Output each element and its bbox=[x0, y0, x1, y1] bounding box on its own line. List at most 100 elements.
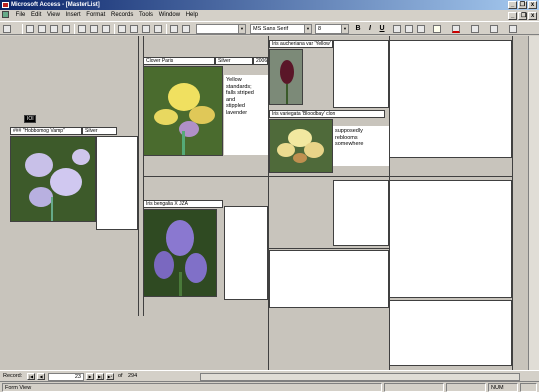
empty-record-area[interactable] bbox=[269, 250, 389, 308]
variety-name-field[interactable]: Iris variegata 'Bloodbay' clon bbox=[269, 110, 385, 118]
align-right-icon[interactable] bbox=[417, 25, 425, 33]
menu-help[interactable]: Help bbox=[184, 10, 200, 21]
record-navigation-bar: Record: |◀ ◀ 23 ▶ ▶| ▶* of 294 bbox=[0, 370, 539, 381]
doc-close-button[interactable]: x bbox=[528, 12, 537, 20]
empty-record-area[interactable] bbox=[389, 40, 512, 158]
num-lock-indicator: NUM bbox=[488, 383, 518, 392]
iris-photo-image bbox=[144, 67, 222, 155]
new-record-icon[interactable] bbox=[182, 25, 190, 33]
toolbar-separator bbox=[114, 24, 115, 34]
color-field[interactable]: Silver bbox=[215, 57, 253, 65]
variety-name-field[interactable]: Iris bengalia X JZA bbox=[143, 200, 223, 208]
record-number-input[interactable]: 23 bbox=[48, 373, 84, 381]
dropdown-arrow-icon: ▼ bbox=[238, 25, 245, 33]
doc-restore-button[interactable]: ❐ bbox=[518, 12, 527, 20]
menu-insert[interactable]: Insert bbox=[64, 10, 83, 21]
doc-minimize-button[interactable]: _ bbox=[508, 12, 517, 20]
copy-icon[interactable] bbox=[90, 25, 98, 33]
save-icon[interactable] bbox=[26, 25, 34, 33]
fill-color-icon[interactable] bbox=[433, 25, 441, 33]
form-divider bbox=[512, 36, 513, 370]
last-record-icon[interactable]: ▶| bbox=[96, 373, 104, 380]
iris-photo bbox=[143, 209, 217, 297]
form-icon[interactable] bbox=[2, 10, 9, 18]
iris-photo-image bbox=[270, 120, 332, 172]
menu-view[interactable]: View bbox=[45, 10, 62, 21]
vertical-scrollbar[interactable] bbox=[528, 36, 539, 370]
toolbar-separator bbox=[166, 24, 167, 34]
year-field[interactable]: 2006 bbox=[253, 57, 268, 65]
memo-panel[interactable] bbox=[333, 40, 389, 108]
menu-window[interactable]: Window bbox=[157, 10, 182, 21]
dropdown-arrow-icon: ▼ bbox=[341, 25, 348, 33]
menu-edit[interactable]: Edit bbox=[29, 10, 43, 21]
font-size-value: 8 bbox=[318, 26, 322, 32]
sort-ascending-icon[interactable] bbox=[118, 25, 126, 33]
print-icon[interactable] bbox=[38, 25, 46, 33]
line-color-icon[interactable] bbox=[471, 25, 479, 33]
iris-photo bbox=[269, 49, 303, 105]
iris-photo-image bbox=[11, 137, 95, 221]
iris-photo bbox=[143, 66, 223, 156]
previous-record-icon[interactable]: ◀ bbox=[37, 373, 45, 380]
new-record-nav-icon[interactable]: ▶* bbox=[106, 373, 114, 380]
align-center-icon[interactable] bbox=[405, 25, 413, 33]
iris-photo-image bbox=[144, 210, 216, 296]
align-left-icon[interactable] bbox=[393, 25, 401, 33]
underline-button[interactable]: U bbox=[378, 25, 386, 33]
cut-icon[interactable] bbox=[78, 25, 86, 33]
restore-button[interactable]: ❐ bbox=[518, 1, 527, 9]
minimize-button[interactable]: _ bbox=[508, 1, 517, 9]
bold-button[interactable]: B bbox=[354, 25, 362, 33]
variety-name-field[interactable]: Clover Paris bbox=[143, 57, 215, 65]
status-panel bbox=[384, 383, 444, 392]
horizontal-scrollbar[interactable] bbox=[200, 373, 520, 381]
status-panel bbox=[520, 383, 537, 392]
variety-name-field[interactable]: Iris aucheriana var 'Yellow' bbox=[269, 40, 333, 48]
filter-icon[interactable] bbox=[142, 25, 150, 33]
font-color-icon[interactable] bbox=[452, 25, 460, 33]
title-bar: Microsoft Access - [MasterList] _ ❐ x bbox=[0, 0, 539, 10]
sort-descending-icon[interactable] bbox=[130, 25, 138, 33]
apply-filter-icon[interactable] bbox=[154, 25, 162, 33]
spelling-icon[interactable] bbox=[62, 25, 70, 33]
variety-name-field[interactable]: ### "Hobbomog Vamp" bbox=[10, 127, 82, 135]
description-memo[interactable]: supposedly reblooms somewhere bbox=[333, 126, 389, 166]
italic-button[interactable]: I bbox=[366, 25, 374, 33]
form-divider bbox=[138, 36, 139, 316]
empty-record-area[interactable] bbox=[389, 180, 512, 298]
color-field[interactable]: Silver bbox=[82, 127, 117, 135]
paste-icon[interactable] bbox=[102, 25, 110, 33]
menu-file[interactable]: File bbox=[14, 10, 28, 21]
empty-record-area[interactable] bbox=[333, 180, 389, 246]
description-memo[interactable]: Yellow standards; falls striped and stip… bbox=[224, 75, 268, 155]
close-button[interactable]: x bbox=[528, 1, 537, 9]
status-text: Form View bbox=[2, 383, 382, 392]
find-icon[interactable] bbox=[170, 25, 178, 33]
font-name-combo[interactable]: MS Sans Serif ▼ bbox=[250, 24, 312, 34]
first-record-icon[interactable]: |◀ bbox=[27, 373, 35, 380]
view-icon[interactable] bbox=[3, 25, 11, 33]
next-record-icon[interactable]: ▶ bbox=[86, 373, 94, 380]
font-name-value: MS Sans Serif bbox=[253, 26, 289, 32]
toolbar: ▼ MS Sans Serif ▼ 8 ▼ B I U bbox=[0, 21, 539, 35]
iris-photo bbox=[269, 119, 333, 173]
menu-tools[interactable]: Tools bbox=[137, 10, 155, 21]
object-combo[interactable]: ▼ bbox=[196, 24, 246, 34]
iris-photo-image bbox=[270, 50, 302, 104]
memo-panel[interactable] bbox=[224, 206, 268, 300]
form-divider bbox=[268, 176, 512, 177]
memo-panel[interactable] bbox=[96, 136, 138, 230]
empty-record-area[interactable] bbox=[389, 300, 512, 366]
toolbar-separator bbox=[22, 24, 23, 34]
form-divider bbox=[268, 248, 389, 249]
toolbar-separator bbox=[74, 24, 75, 34]
menu-records[interactable]: Records bbox=[109, 10, 135, 21]
line-width-icon[interactable] bbox=[490, 25, 498, 33]
form-divider bbox=[143, 176, 268, 177]
special-effect-icon[interactable] bbox=[509, 25, 517, 33]
print-preview-icon[interactable] bbox=[50, 25, 58, 33]
font-size-combo[interactable]: 8 ▼ bbox=[315, 24, 349, 34]
menu-format[interactable]: Format bbox=[84, 10, 107, 21]
status-panel bbox=[446, 383, 486, 392]
